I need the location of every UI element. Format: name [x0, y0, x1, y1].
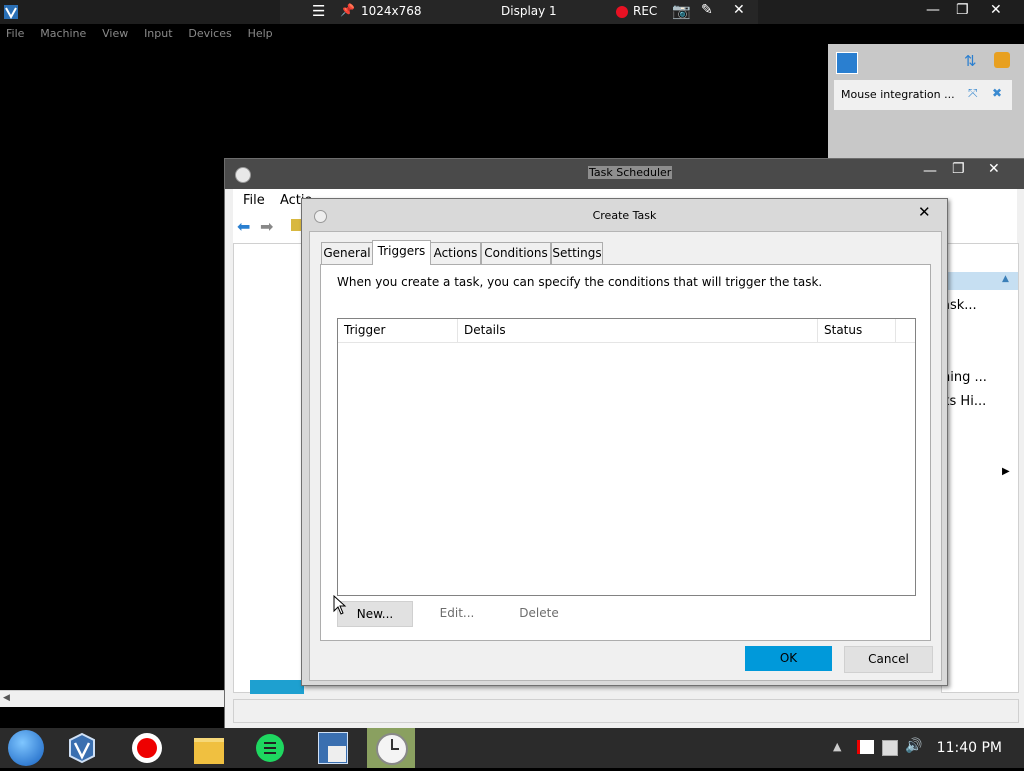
ts-maximize-icon[interactable]: ❐	[952, 161, 965, 177]
ok-button[interactable]: OK	[745, 646, 832, 671]
resolution-label: 1024x768	[361, 4, 422, 18]
show-hidden-icons-icon[interactable]: ▲	[833, 740, 841, 753]
rec-label[interactable]: REC	[633, 4, 657, 18]
ts-tree-pane	[233, 243, 304, 694]
edit-trigger-button[interactable]: Edit...	[429, 601, 485, 625]
recorder-icon[interactable]	[123, 728, 171, 768]
task-scheduler-title: Task Scheduler	[588, 166, 673, 179]
triggers-description: When you create a task, you can specify …	[337, 275, 823, 289]
start-orb-icon[interactable]	[2, 728, 50, 768]
windows-10-vm-icon[interactable]	[308, 728, 356, 768]
action-center-flag-icon[interactable]	[857, 740, 874, 754]
forward-arrow-icon[interactable]: ➡	[260, 217, 273, 236]
vm-floating-toolbar: ☰ 📌 1024x768 Display 1 REC 📷 ✎ ✕	[280, 0, 758, 24]
scroll-left-icon[interactable]: ◀	[3, 693, 10, 703]
record-icon[interactable]	[616, 6, 628, 18]
dismiss-message-icon[interactable]: ✖	[992, 86, 1002, 100]
mouse-cursor-icon	[333, 594, 347, 618]
volume-icon[interactable]: 🔊	[905, 738, 922, 754]
close-toolbar-icon[interactable]: ✕	[733, 2, 745, 18]
dialog-title: Create Task	[592, 209, 657, 222]
back-arrow-icon[interactable]: ⬅	[237, 217, 250, 236]
dialog-body: General Triggers Actions Conditions Sett…	[309, 231, 942, 681]
task-scheduler-title-bar: Task Scheduler — ❐ ✕	[225, 159, 1024, 189]
clock-app-icon	[235, 167, 251, 183]
menu-machine[interactable]: Machine	[40, 27, 86, 40]
triggers-list[interactable]: Trigger Details Status	[337, 318, 916, 596]
dialog-title-bar: Create Task ✕	[302, 199, 947, 231]
pin-icon[interactable]: 📌	[340, 3, 355, 17]
mouse-integration-message: Mouse integration ... ⤧ ✖	[834, 80, 1012, 110]
collapse-up-icon[interactable]: ▲	[1002, 274, 1009, 284]
column-details[interactable]: Details	[464, 323, 506, 337]
taskbar-clock[interactable]: 11:40 PM	[937, 740, 1002, 756]
notes-app-icon[interactable]	[246, 728, 294, 768]
tree-selection-highlight	[250, 680, 304, 694]
ts-minimize-icon[interactable]: —	[923, 163, 937, 179]
warning-badge-icon[interactable]	[994, 52, 1010, 68]
network-status-icon[interactable]	[882, 740, 898, 756]
cancel-button[interactable]: Cancel	[844, 646, 933, 673]
tab-settings[interactable]: Settings	[551, 242, 603, 265]
columns-icon[interactable]: ⇅	[964, 52, 977, 70]
ts-actions-pane: ▲ ask... ning ... ks Hi... ▶	[941, 243, 1019, 693]
virtualbox-logo-icon	[2, 3, 20, 21]
display-label: Display 1	[501, 4, 557, 18]
host-restore-icon[interactable]: ❐	[956, 2, 969, 18]
mouse-integration-text: Mouse integration ...	[841, 88, 955, 101]
host-minimize-icon[interactable]: —	[926, 2, 940, 18]
host-close-icon[interactable]: ✕	[990, 2, 1002, 18]
column-status[interactable]: Status	[824, 323, 862, 337]
triggers-list-header: Trigger Details Status	[338, 319, 915, 343]
ts-status-bar	[233, 699, 1019, 723]
create-task-dialog: Create Task ✕ General Triggers Actions C…	[301, 198, 948, 686]
taskbar: ▲ 🔊 11:40 PM	[0, 728, 1024, 768]
hamburger-menu-icon[interactable]: ☰	[312, 2, 325, 20]
menu-help[interactable]: Help	[248, 27, 273, 40]
menu-input[interactable]: Input	[144, 27, 172, 40]
menu-devices[interactable]: Devices	[188, 27, 231, 40]
mouse-integration-panel: ⇅ Mouse integration ... ⤧ ✖	[828, 44, 1024, 158]
tab-general[interactable]: General	[321, 242, 373, 265]
vbox-menubar: File Machine View Input Devices Help	[0, 24, 1024, 42]
new-trigger-button[interactable]: New...	[337, 601, 413, 627]
action-item-2[interactable]: ning ...	[942, 370, 987, 385]
actions-header: ▲	[942, 272, 1018, 290]
delete-trigger-button[interactable]: Delete	[511, 601, 567, 625]
task-scheduler-icon[interactable]	[367, 728, 415, 768]
ts-menu-file[interactable]: File	[243, 193, 265, 208]
mouse-capture-icon[interactable]: ⤧	[968, 86, 978, 101]
submenu-arrow-icon[interactable]: ▶	[1002, 466, 1010, 477]
file-explorer-icon[interactable]	[185, 728, 233, 768]
camera-icon[interactable]: 📷	[672, 2, 691, 20]
info-notification-icon[interactable]	[836, 52, 858, 74]
action-item-3[interactable]: ks Hi...	[942, 394, 986, 409]
dialog-close-icon[interactable]: ✕	[918, 203, 931, 221]
tab-actions[interactable]: Actions	[430, 242, 481, 265]
triggers-tab-panel: When you create a task, you can specify …	[320, 264, 931, 641]
guest-horizontal-scrollbar[interactable]: ◀	[0, 690, 224, 707]
tab-triggers[interactable]: Triggers	[372, 240, 431, 265]
virtualbox-icon[interactable]	[58, 728, 106, 768]
menu-view[interactable]: View	[102, 27, 128, 40]
menu-file[interactable]: File	[6, 27, 24, 40]
ts-close-icon[interactable]: ✕	[988, 161, 1000, 177]
column-trigger[interactable]: Trigger	[344, 323, 385, 337]
tab-conditions[interactable]: Conditions	[481, 242, 551, 265]
pencil-icon[interactable]: ✎	[701, 2, 713, 18]
